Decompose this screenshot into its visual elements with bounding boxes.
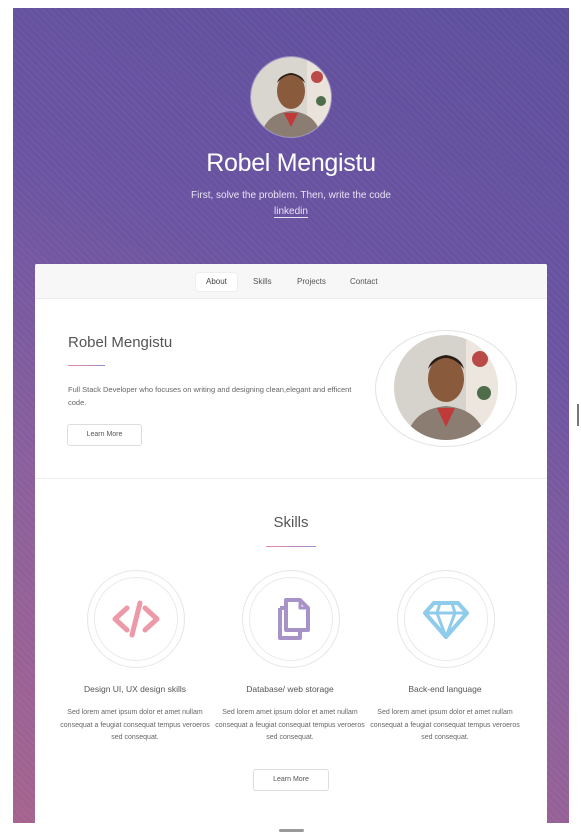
skill-icon-ring [397,570,495,668]
hero-name: Robel Mengistu [206,149,376,177]
about-description: Full Stack Developer who focuses on writ… [68,385,352,407]
tab-skills[interactable]: Skills [243,273,282,291]
tab-about[interactable]: About [196,273,237,291]
about-title: Robel Mengistu [68,334,173,351]
skill-icon-ring [87,570,185,668]
skill-description: Sed lorem amet ipsum dolor et amet nulla… [215,709,365,741]
skills-learn-more-button[interactable]: Learn More [253,769,329,791]
section-nav: About Skills Projects Contact [35,264,547,299]
profile-avatar [250,56,332,138]
page-background: Robel Mengistu First, solve the problem.… [13,8,569,823]
about-underline [68,365,105,366]
tab-projects[interactable]: Projects [287,273,336,291]
linkedin-link-row: linkedin [13,206,569,218]
diamond-icon [423,601,469,639]
about-learn-more-button[interactable]: Learn More [67,424,142,446]
content-card: About Skills Projects Contact Robel Meng… [35,264,547,823]
skill-title: Back-end language [408,684,482,694]
vertical-scroll-handle[interactable] [577,404,579,426]
skills-underline [266,546,316,547]
about-avatar [394,335,498,440]
tab-contact[interactable]: Contact [340,273,388,291]
skill-description: Sed lorem amet ipsum dolor et amet nulla… [60,709,210,741]
skills-title: Skills [273,514,309,531]
horizontal-scrollbar[interactable] [279,829,304,832]
hero-tagline: First, solve the problem. Then, write th… [191,190,391,201]
copy-files-icon [278,598,310,640]
skill-icon-ring [242,570,340,668]
code-icon [112,600,160,638]
skill-title: Design UI, UX design skills [83,684,187,694]
section-divider [35,478,547,479]
skill-title: Database/ web storage [246,684,334,694]
skill-description: Sed lorem amet ipsum dolor et amet nulla… [370,709,520,741]
linkedin-link[interactable]: linkedin [274,206,308,218]
